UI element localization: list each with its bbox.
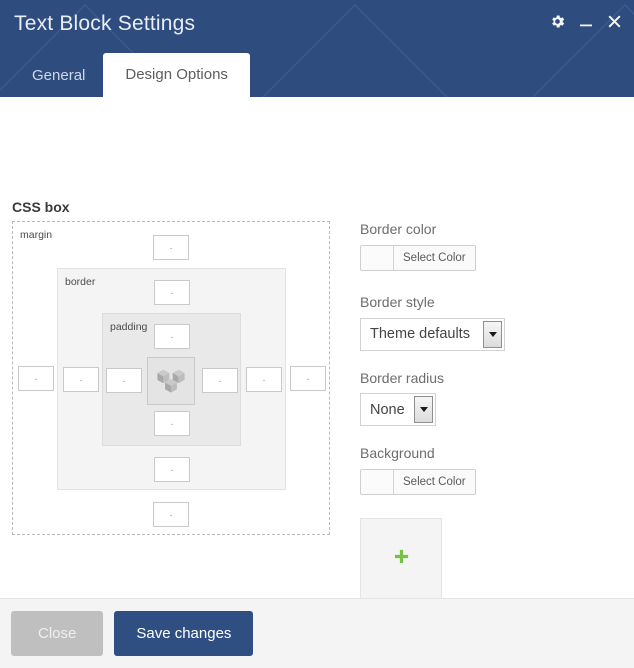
chevron-down-icon[interactable] <box>414 396 433 424</box>
settings-dialog: Text Block Settings General Design Optio… <box>0 0 634 668</box>
chevron-down-icon[interactable] <box>483 320 502 348</box>
padding-bottom-input[interactable] <box>154 411 190 436</box>
css-box-section-title: CSS box <box>12 199 70 215</box>
margin-left-input[interactable] <box>18 366 54 391</box>
margin-right-input[interactable] <box>290 366 326 391</box>
border-right-input[interactable] <box>246 367 282 392</box>
minimize-icon[interactable] <box>578 14 594 30</box>
border-color-swatch[interactable] <box>361 245 394 270</box>
border-color-field: Border color Select Color <box>360 221 622 275</box>
border-style-label: Border style <box>360 293 435 310</box>
border-color-select-button[interactable]: Select Color <box>394 245 475 270</box>
padding-left-input[interactable] <box>106 368 142 393</box>
dialog-titlebar: Text Block Settings General Design Optio… <box>0 0 634 97</box>
content-box-region <box>147 357 195 405</box>
css-box-diagram: margin border padding <box>12 221 330 535</box>
margin-bottom-input[interactable] <box>153 502 189 527</box>
border-style-value: Theme defaults <box>370 326 470 343</box>
border-box-region: border padding <box>57 268 286 490</box>
border-top-input[interactable] <box>154 280 190 305</box>
padding-top-input[interactable] <box>154 324 190 349</box>
dialog-footer: Close Save changes <box>0 598 634 668</box>
background-image-upload[interactable] <box>360 518 442 598</box>
cubes-icon <box>154 362 188 401</box>
border-left-input[interactable] <box>63 367 99 392</box>
dialog-title: Text Block Settings <box>14 12 196 35</box>
dialog-body: CSS box margin border padding <box>0 97 634 598</box>
background-color-picker[interactable]: Select Color <box>360 469 476 496</box>
background-color-select-button[interactable]: Select Color <box>394 470 475 495</box>
window-controls <box>549 13 623 30</box>
padding-box-region: padding <box>102 313 241 446</box>
border-style-field: Border style Theme defaults <box>360 294 622 351</box>
background-label: Background <box>360 445 435 462</box>
margin-label: margin <box>20 229 53 241</box>
border-radius-value: None <box>370 401 405 418</box>
border-color-picker[interactable]: Select Color <box>360 244 476 271</box>
design-options-panel: Border color Select Color Border style T… <box>360 221 622 598</box>
plus-icon <box>393 548 410 570</box>
background-color-swatch[interactable] <box>361 470 394 495</box>
padding-right-input[interactable] <box>202 368 238 393</box>
border-radius-label: Border radius <box>360 369 445 386</box>
border-color-label: Border color <box>360 221 437 237</box>
tab-general[interactable]: General <box>14 56 103 98</box>
border-radius-field: Border radius None <box>360 370 622 427</box>
border-style-select[interactable]: Theme defaults <box>360 317 505 351</box>
tab-bar: General Design Options <box>14 52 250 98</box>
border-radius-select[interactable]: None <box>360 393 436 427</box>
close-icon[interactable] <box>606 13 623 30</box>
margin-top-input[interactable] <box>153 235 189 260</box>
tab-design-options[interactable]: Design Options <box>103 52 250 97</box>
padding-label: padding <box>110 321 148 333</box>
border-label: border <box>65 276 96 288</box>
background-field: Background Select Color <box>360 445 622 499</box>
gear-icon[interactable] <box>549 13 566 30</box>
border-bottom-input[interactable] <box>154 457 190 482</box>
close-button[interactable]: Close <box>11 611 104 656</box>
save-changes-button[interactable]: Save changes <box>114 611 254 656</box>
